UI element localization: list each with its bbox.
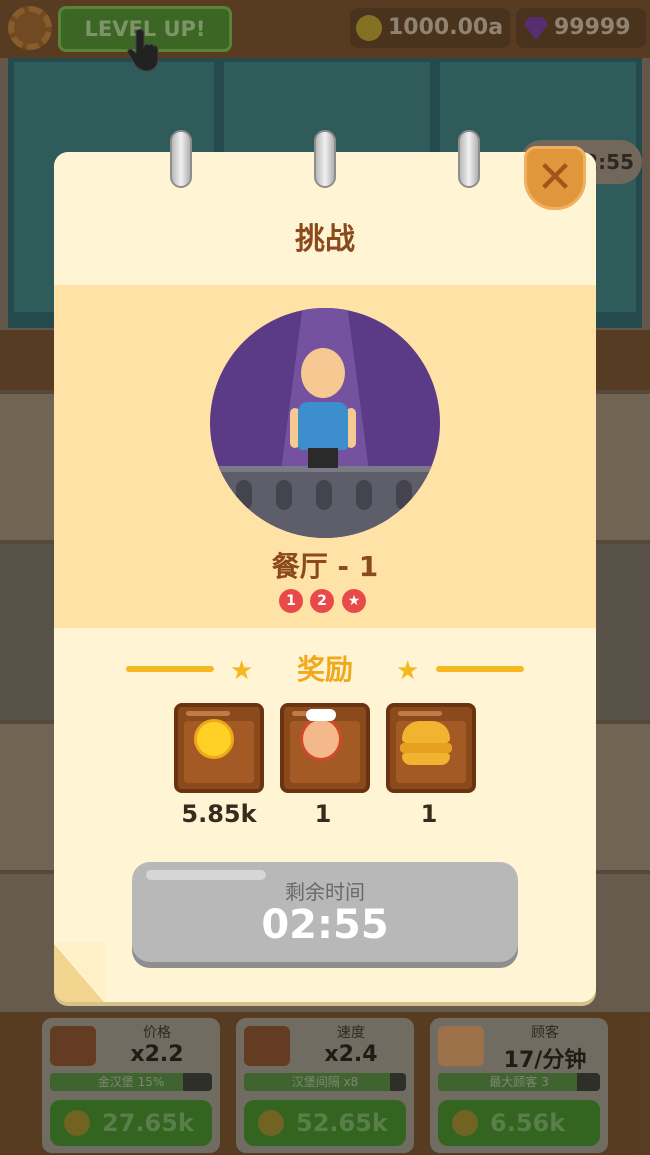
notebook-ring (314, 130, 336, 188)
stage-slot (316, 480, 332, 510)
stage-slot (236, 480, 252, 510)
reward-chef (280, 703, 370, 793)
restaurant-name: 餐厅 - 1 (271, 550, 379, 583)
chef-icon (300, 717, 342, 761)
remaining-time-value: 02:55 (261, 902, 389, 948)
reward-burger (386, 703, 476, 793)
reward-count: 1 (420, 800, 438, 828)
stage-badge-2: 2 (310, 589, 334, 613)
character-head (301, 348, 345, 398)
stage-slot (396, 480, 412, 510)
star-icon: ★ (396, 656, 420, 686)
remaining-time-button[interactable]: 剩余时间 02:55 (132, 862, 518, 962)
stage-badge-1: 1 (279, 589, 303, 613)
reward-count: 1 (314, 800, 332, 828)
coin-icon (194, 719, 234, 759)
chef-hat-icon (306, 709, 336, 721)
reward-count: 5.85k (181, 800, 257, 828)
notebook-ring (458, 130, 480, 188)
character-legs (308, 448, 338, 468)
burger-patty (400, 743, 452, 753)
burger-icon (402, 721, 450, 743)
restaurant-portrait (210, 308, 440, 538)
item-decor (398, 711, 442, 716)
item-decor (186, 711, 230, 716)
notebook-ring (170, 130, 192, 188)
reward-divider-right (436, 666, 524, 672)
stage-slot (356, 480, 372, 510)
burger-bun (402, 753, 450, 765)
remaining-time-label: 剩余时间 (285, 880, 365, 904)
reward-coin (174, 703, 264, 793)
character-body (298, 402, 348, 450)
stage-slot (276, 480, 292, 510)
close-button[interactable]: ✕ (524, 146, 586, 210)
modal-title: 挑战 (295, 222, 355, 257)
stage-badge-star: ★ (342, 589, 366, 613)
close-icon: ✕ (536, 152, 574, 203)
